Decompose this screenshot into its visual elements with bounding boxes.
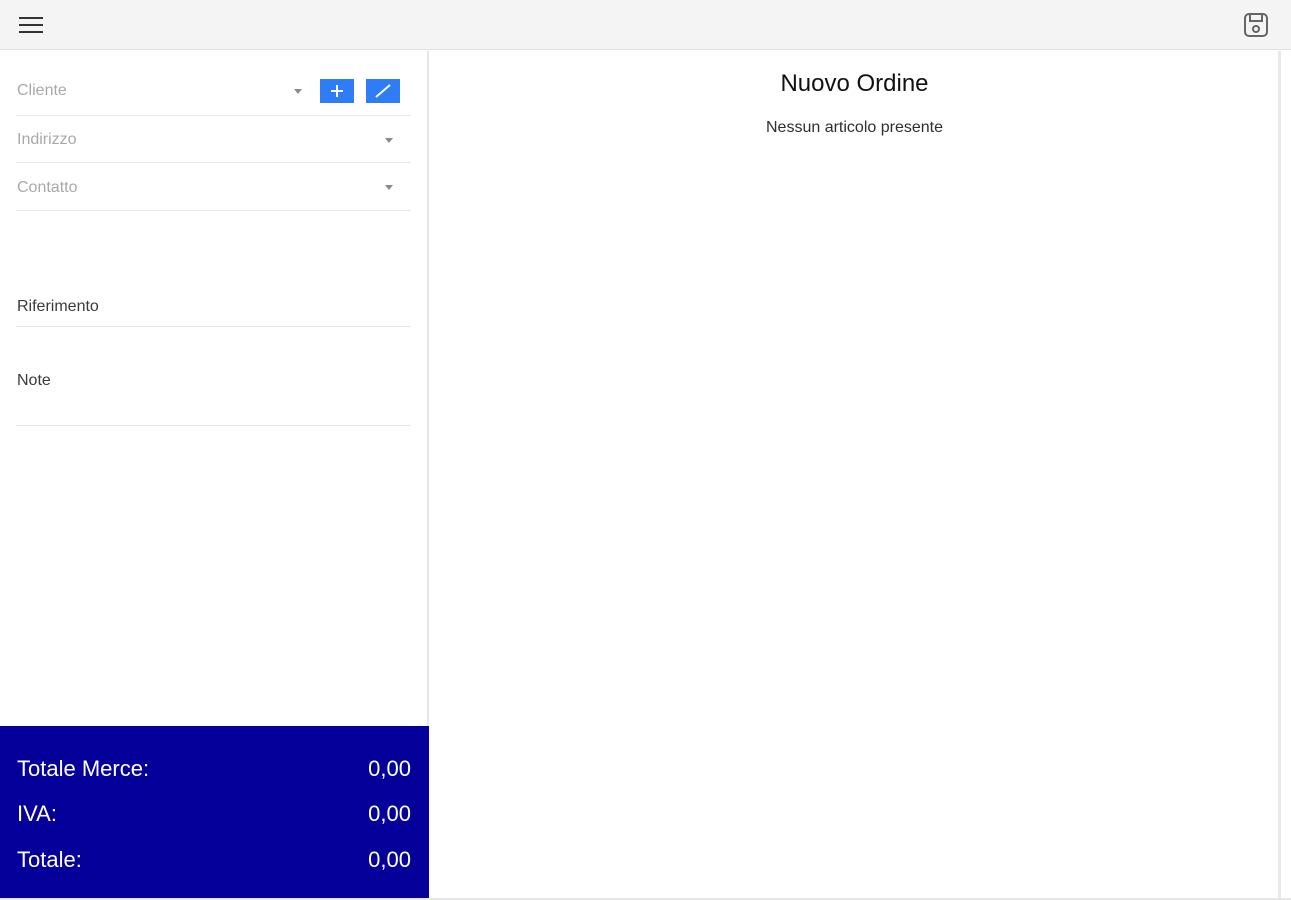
cliente-placeholder: Cliente (17, 82, 67, 99)
indirizzo-select[interactable]: Indirizzo (16, 116, 411, 163)
chevron-down-icon (294, 89, 302, 94)
iva-label: IVA: (17, 801, 57, 826)
save-button[interactable] (1241, 10, 1271, 40)
note-field[interactable]: Note (16, 351, 411, 426)
menu-button[interactable] (14, 10, 48, 40)
edit-cliente-button[interactable] (366, 79, 400, 103)
indirizzo-placeholder: Indirizzo (17, 131, 77, 148)
hamburger-menu-icon (19, 17, 43, 33)
totale-merce-row: Totale Merce: 0,00 (17, 756, 411, 782)
riferimento-label: Riferimento (17, 298, 99, 315)
plus-icon (331, 85, 343, 97)
page-title: Nuovo Ordine (780, 70, 929, 97)
empty-items-message: Nessun articolo presente (766, 119, 943, 136)
iva-row: IVA: 0,00 (17, 801, 411, 827)
totale-label: Totale: (17, 847, 82, 872)
totale-value: 0,00 (368, 847, 411, 872)
save-disk-icon (1244, 13, 1268, 37)
totale-row: Totale: 0,00 (17, 847, 411, 873)
iva-value: 0,00 (368, 801, 411, 826)
chevron-down-icon (385, 138, 393, 143)
top-toolbar (0, 0, 1291, 50)
riferimento-field[interactable]: Riferimento (16, 281, 411, 327)
contatto-select[interactable]: Contatto (16, 163, 411, 211)
add-cliente-button[interactable] (320, 79, 354, 103)
totale-merce-value: 0,00 (368, 756, 411, 781)
pencil-icon (375, 84, 391, 98)
note-label: Note (17, 372, 51, 389)
contatto-placeholder: Contatto (17, 179, 78, 196)
totals-box: Totale Merce: 0,00 IVA: 0,00 Totale: 0,0… (0, 726, 429, 898)
order-items-panel: Nuovo Ordine Nessun articolo presente (431, 51, 1281, 899)
totale-merce-label: Totale Merce: (17, 756, 150, 781)
chevron-down-icon (385, 185, 393, 190)
